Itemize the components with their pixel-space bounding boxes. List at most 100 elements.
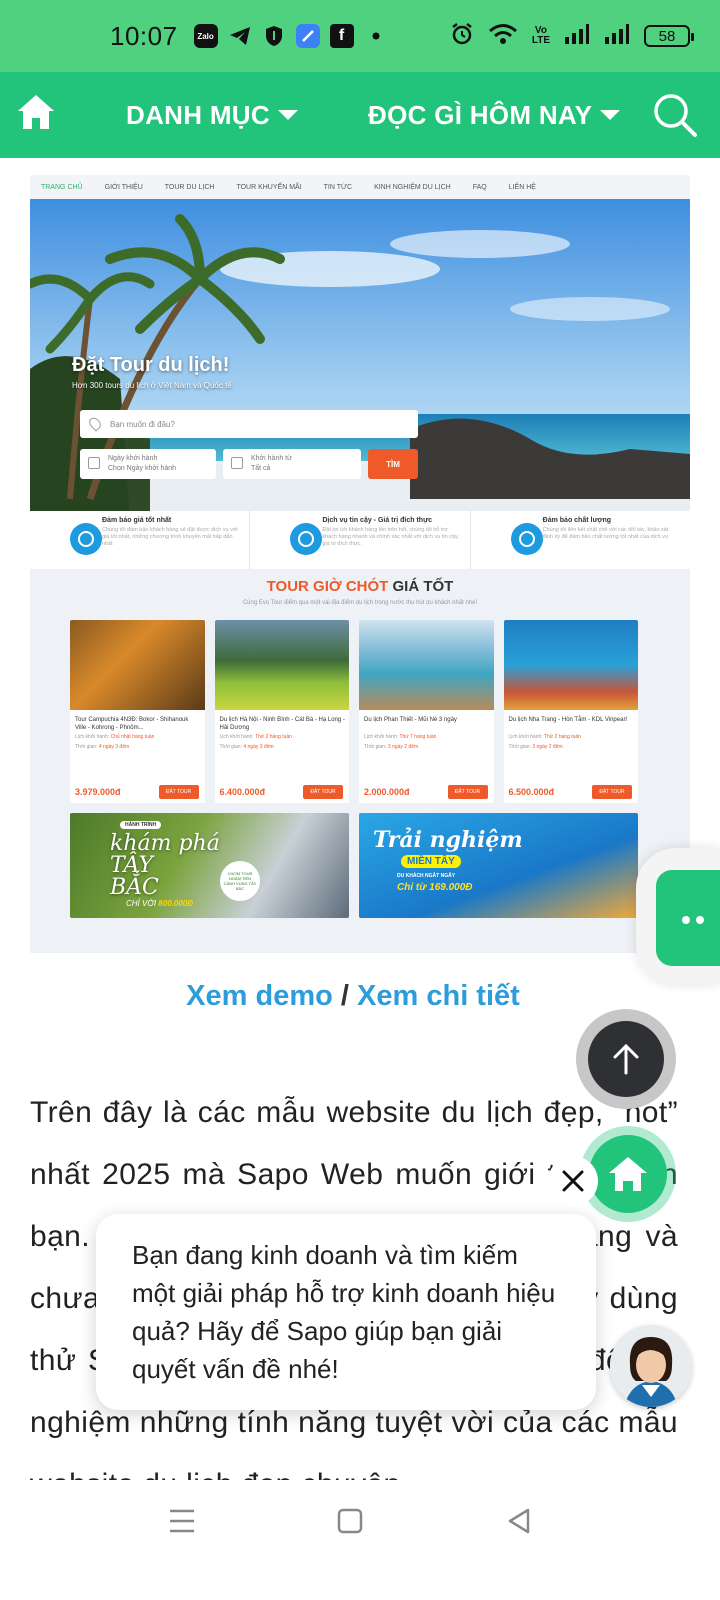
- plane-icon: [231, 457, 243, 469]
- back-icon[interactable]: [506, 1508, 532, 1534]
- demo-hero-subtitle: Hơn 300 tours du lịch ở Việt Nam và Quốc…: [72, 381, 232, 390]
- popup-message: Bạn đang kinh doanh và tìm kiếm một giải…: [132, 1240, 556, 1384]
- close-icon: [562, 1170, 584, 1192]
- scroll-top-inner: [588, 1021, 664, 1097]
- tour-departure: Lịch khởi hành: Chủ nhật hàng tuần: [75, 734, 155, 740]
- facebook-icon: f: [329, 24, 354, 48]
- ninh-binh-thumbnail: [214, 620, 349, 710]
- tour-price: 3.979.000đ: [75, 787, 121, 797]
- wifi-icon: [488, 23, 518, 50]
- demo-menu-item: TOUR DU LỊCH: [164, 183, 215, 191]
- tour-duration: Thời gian: 4 ngày 3 đêm: [75, 744, 130, 750]
- top-navigation: DANH MỤC ĐỌC GÌ HÔM NAY: [0, 72, 720, 158]
- tour-price: 6.400.000đ: [219, 787, 266, 797]
- dot-icon: [364, 24, 388, 48]
- tour-departure: Lịch khởi hành: Thứ 2 hàng tuần: [219, 734, 292, 740]
- demo-menu-item: TOUR KHUYẾN MÃI: [236, 183, 302, 191]
- location-pin-icon: [86, 415, 104, 432]
- tour-heading-orange: TOUR GIỜ CHÓT: [266, 578, 389, 595]
- feature-desc: Chúng tôi liên kết chặt chẽ với các đối …: [542, 527, 669, 540]
- alarm-icon: [450, 22, 474, 51]
- demo-header: [30, 158, 690, 175]
- badge-icon: [510, 523, 543, 555]
- dot-icon: [696, 916, 704, 924]
- feature-title: Đảm bảo chất lượng: [542, 517, 612, 524]
- demo-tour-heading: TOUR GIỜ CHÓT GIÁ TỐT: [30, 578, 690, 595]
- tour-card: Tour Campuchia 4N3Đ: Bokor - Shihanouk V…: [70, 620, 205, 803]
- book-tour-button: ĐẶT TOUR: [447, 785, 488, 799]
- demo-date-value: Chọn Ngày khởi hành: [108, 465, 177, 472]
- banner-caption: DU KHÁCH NGẮT NGÂY: [397, 873, 456, 879]
- demo-menu-item: GIỚI THIỆU: [104, 183, 143, 191]
- tour-card: Du lịch Phan Thiết - Mũi Né 3 ngày Lịch …: [359, 620, 494, 803]
- tour-duration: Thời gian: 3 ngày 2 đêm: [364, 744, 419, 750]
- home-icon[interactable]: [16, 92, 56, 132]
- view-demo-link[interactable]: Xem demo: [186, 980, 333, 1012]
- side-chat-widget[interactable]: [636, 848, 720, 984]
- category-menu-label: DANH MỤC: [126, 99, 270, 130]
- browser-app-icon: [295, 24, 320, 48]
- zalo-icon: Zalo: [193, 24, 218, 48]
- demo-feature: Dịch vụ tin cậy - Giá trị đích thực Đặt …: [250, 511, 471, 569]
- status-time: 10:07: [110, 20, 178, 51]
- home-fab-inner: [589, 1135, 667, 1213]
- close-popup-button[interactable]: [548, 1156, 598, 1206]
- scroll-to-top-button[interactable]: [576, 1009, 676, 1109]
- demo-from-label: Khởi hành từ: [251, 455, 292, 462]
- signal-icon-1: [564, 23, 590, 50]
- banner-region: MIỀN TÂY: [401, 855, 461, 868]
- tour-name: Du lịch Phan Thiết - Mũi Né 3 ngày: [364, 717, 457, 723]
- demo-hero: Đặt Tour du lịch! Hơn 300 tours du lịch …: [30, 199, 690, 519]
- category-menu[interactable]: DANH MỤC: [126, 72, 298, 158]
- link-separator: /: [340, 980, 349, 1012]
- demo-menu-item: LIÊN HỆ: [508, 183, 536, 191]
- demo-date-label: Ngày khởi hành: [108, 455, 158, 462]
- demo-hero-title: Đặt Tour du lịch!: [72, 354, 230, 376]
- feature-desc: Chúng tôi đảm bảo khách hàng sẽ đặt được…: [102, 527, 238, 547]
- banner-headline: khám phá TÂY BẮC: [110, 831, 220, 900]
- home-square-icon[interactable]: [337, 1508, 363, 1534]
- system-navigation-bar: [0, 1480, 720, 1600]
- demo-menu-item: KINH NGHIỆM DU LỊCH: [374, 183, 451, 191]
- phan-thiet-thumbnail: [359, 620, 494, 710]
- feature-title: Đảm bảo giá tốt nhất: [102, 517, 172, 524]
- demo-menu: TRANG CHỦ GIỚI THIỆU TOUR DU LỊCH TOUR K…: [30, 175, 690, 199]
- battery-icon: 58: [644, 25, 694, 47]
- tour-card: Du lịch Nha Trang - Hòn Tằm - KDL Vinpea…: [503, 620, 638, 803]
- demo-links: Xem demo / Xem chi tiết: [0, 980, 706, 1013]
- demo-tour-cards: Tour Campuchia 4N3Đ: Bokor - Shihanouk V…: [70, 620, 638, 803]
- support-agent-avatar[interactable]: [610, 1325, 692, 1407]
- search-icon[interactable]: [652, 92, 698, 138]
- demo-date-field: Ngày khởi hành Chọn Ngày khởi hành: [80, 449, 216, 479]
- screen: 10:07 Zalo f Vo LTE 58 DANH MỤC ĐỌC GÌ H…: [0, 0, 720, 1600]
- chat-bubble-icon: [656, 870, 720, 966]
- status-bar: 10:07 Zalo f Vo LTE 58: [0, 0, 720, 72]
- arrow-up-icon: [613, 1043, 639, 1075]
- banner-headline: Trải nghiệm: [373, 827, 523, 853]
- demo-search-placeholder: Bạn muốn đi đâu?: [110, 419, 175, 429]
- tour-departure: Lịch khởi hành: Thứ 7 hàng tuần: [364, 734, 437, 740]
- demo-search-box: Bạn muốn đi đâu?: [80, 410, 418, 438]
- view-detail-link[interactable]: Xem chi tiết: [357, 980, 520, 1012]
- badge-icon: [70, 523, 102, 555]
- demo-from-value: Tất cả: [251, 465, 271, 472]
- demo-feature: Đảm bảo chất lượng Chúng tôi liên kết ch…: [471, 511, 690, 569]
- shield-icon: [262, 24, 286, 48]
- demo-website-image: TRANG CHỦ GIỚI THIỆU TOUR DU LỊCH TOUR K…: [30, 158, 690, 953]
- banner-badge: CHỚM TOUR NGẮM TIÊN CẢNH VÙNG TÂY BẮC: [220, 861, 260, 901]
- book-tour-button: ĐẶT TOUR: [303, 785, 343, 799]
- chevron-down-icon: [600, 110, 621, 120]
- what-to-read-menu[interactable]: ĐỌC GÌ HÔM NAY: [368, 72, 621, 158]
- demo-feature: Đảm bảo giá tốt nhất Chúng tôi đảm bảo k…: [30, 511, 251, 569]
- tay-bac-banner: HÀNH TRÌNH khám phá TÂY BẮC CHỚM TOUR NG…: [70, 813, 349, 918]
- feature-desc: Đặt lợi ích khách hàng lên trên hết, chú…: [322, 527, 459, 547]
- temple-thumbnail: [70, 620, 205, 710]
- banner-price: Chỉ từ 169.000Đ: [397, 882, 473, 893]
- notification-icons: Zalo f: [193, 24, 388, 48]
- tour-duration: Thời gian: 3 ngày 2 đêm: [508, 744, 563, 750]
- demo-search-button: TÌM: [368, 449, 418, 479]
- menu-icon[interactable]: [168, 1508, 196, 1534]
- volte-icon: Vo LTE: [531, 25, 550, 46]
- demo-menu-item: TIN TỨC: [323, 183, 353, 191]
- signal-icon-2: [604, 23, 630, 50]
